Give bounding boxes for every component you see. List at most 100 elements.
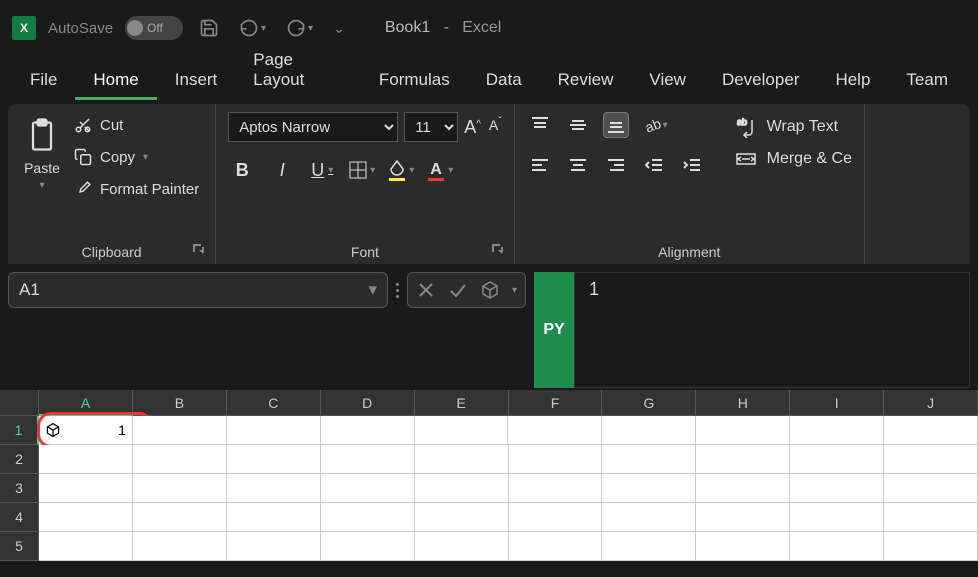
merge-center-button[interactable]: Merge & Ce [735, 148, 852, 170]
cell[interactable] [884, 532, 978, 561]
cell[interactable] [133, 503, 227, 532]
fill-color-button[interactable]: ▾ [387, 159, 414, 181]
orientation-button[interactable]: ab ▾ [641, 115, 668, 135]
cell[interactable] [321, 503, 415, 532]
tab-insert[interactable]: Insert [157, 60, 236, 100]
redo-button[interactable]: ▾ [282, 14, 317, 42]
cell[interactable] [509, 445, 603, 474]
tab-review[interactable]: Review [540, 60, 632, 100]
copy-button[interactable]: Copy ▾ [70, 144, 203, 170]
row-header-2[interactable]: 2 [0, 445, 39, 474]
cell[interactable] [227, 445, 321, 474]
cut-button[interactable]: Cut [70, 112, 203, 138]
undo-button[interactable]: ▾ [235, 14, 270, 42]
cell[interactable] [415, 503, 509, 532]
col-header-a[interactable]: A [39, 390, 133, 416]
cell[interactable] [790, 416, 884, 445]
cell[interactable] [133, 416, 227, 445]
cell[interactable] [696, 474, 790, 503]
dialog-launcher-icon[interactable] [191, 242, 205, 256]
tab-developer[interactable]: Developer [704, 60, 818, 100]
save-button[interactable] [195, 14, 223, 42]
align-bottom-button[interactable] [603, 112, 629, 138]
cell[interactable] [415, 532, 509, 561]
font-size-select[interactable]: 11 [404, 112, 458, 142]
format-painter-button[interactable]: Format Painter [70, 176, 203, 202]
cell[interactable] [227, 474, 321, 503]
cell[interactable] [39, 532, 133, 561]
align-center-button[interactable] [565, 152, 591, 178]
cell[interactable] [696, 416, 790, 445]
align-top-button[interactable] [527, 112, 553, 138]
borders-button[interactable]: ▾ [348, 160, 375, 180]
enter-icon[interactable] [448, 280, 468, 300]
python-formula-area[interactable]: PY 1 [534, 272, 970, 388]
cell[interactable] [133, 474, 227, 503]
cell[interactable] [790, 474, 884, 503]
chevron-down-icon[interactable]: ▾ [512, 285, 517, 296]
cell[interactable] [884, 474, 978, 503]
increase-font-button[interactable]: A^ [464, 117, 481, 138]
align-right-button[interactable] [603, 152, 629, 178]
col-header-h[interactable]: H [696, 390, 790, 416]
cell[interactable] [321, 445, 415, 474]
cell[interactable] [884, 416, 978, 445]
cell[interactable] [321, 532, 415, 561]
cell[interactable] [884, 503, 978, 532]
cell[interactable] [509, 474, 603, 503]
select-all-corner[interactable] [0, 390, 39, 416]
cell[interactable] [39, 445, 133, 474]
tab-data[interactable]: Data [468, 60, 540, 100]
cell[interactable] [790, 503, 884, 532]
underline-button[interactable]: U▾ [308, 156, 336, 184]
autosave-toggle[interactable]: Off [125, 16, 183, 40]
col-header-d[interactable]: D [321, 390, 415, 416]
cell[interactable] [509, 532, 603, 561]
row-header-1[interactable]: 1 [0, 416, 39, 445]
customize-qat-button[interactable]: ⌄ [329, 16, 349, 41]
tab-page-layout[interactable]: Page Layout [235, 40, 361, 100]
cell[interactable] [508, 416, 602, 445]
cell[interactable] [415, 416, 509, 445]
name-box[interactable]: A1 ▾ [8, 272, 388, 308]
cell[interactable] [602, 416, 696, 445]
row-header-3[interactable]: 3 [0, 474, 39, 503]
wrap-text-button[interactable]: ab Wrap Text [735, 116, 852, 138]
paste-button[interactable]: Paste ▾ [20, 112, 64, 202]
tab-team[interactable]: Team [888, 60, 966, 100]
italic-button[interactable]: I [268, 156, 296, 184]
cell[interactable] [602, 503, 696, 532]
python-output-icon[interactable] [480, 280, 500, 300]
tab-view[interactable]: View [631, 60, 704, 100]
col-header-c[interactable]: C [227, 390, 321, 416]
cell-a1[interactable]: 1 [39, 416, 133, 445]
cell[interactable] [133, 532, 227, 561]
col-header-j[interactable]: J [884, 390, 978, 416]
cell[interactable] [321, 474, 415, 503]
tab-help[interactable]: Help [817, 60, 888, 100]
align-left-button[interactable] [527, 152, 553, 178]
decrease-font-button[interactable]: Aˇ [489, 117, 502, 138]
cell[interactable] [39, 474, 133, 503]
cell[interactable] [227, 416, 321, 445]
align-middle-button[interactable] [565, 112, 591, 138]
col-header-b[interactable]: B [133, 390, 227, 416]
bold-button[interactable]: B [228, 156, 256, 184]
cell[interactable] [227, 532, 321, 561]
cell[interactable] [39, 503, 133, 532]
col-header-e[interactable]: E [415, 390, 509, 416]
cell[interactable] [696, 503, 790, 532]
col-header-f[interactable]: F [509, 390, 603, 416]
col-header-g[interactable]: G [602, 390, 696, 416]
row-header-5[interactable]: 5 [0, 532, 39, 561]
tab-home[interactable]: Home [75, 60, 156, 100]
cancel-icon[interactable] [416, 280, 436, 300]
cell[interactable] [602, 474, 696, 503]
formula-bar-input[interactable]: 1 [574, 272, 970, 388]
dialog-launcher-icon[interactable] [490, 242, 504, 256]
cell[interactable] [509, 503, 603, 532]
cell[interactable] [602, 445, 696, 474]
cell[interactable] [415, 474, 509, 503]
font-name-select[interactable]: Aptos Narrow [228, 112, 398, 142]
decrease-indent-button[interactable] [641, 152, 667, 178]
